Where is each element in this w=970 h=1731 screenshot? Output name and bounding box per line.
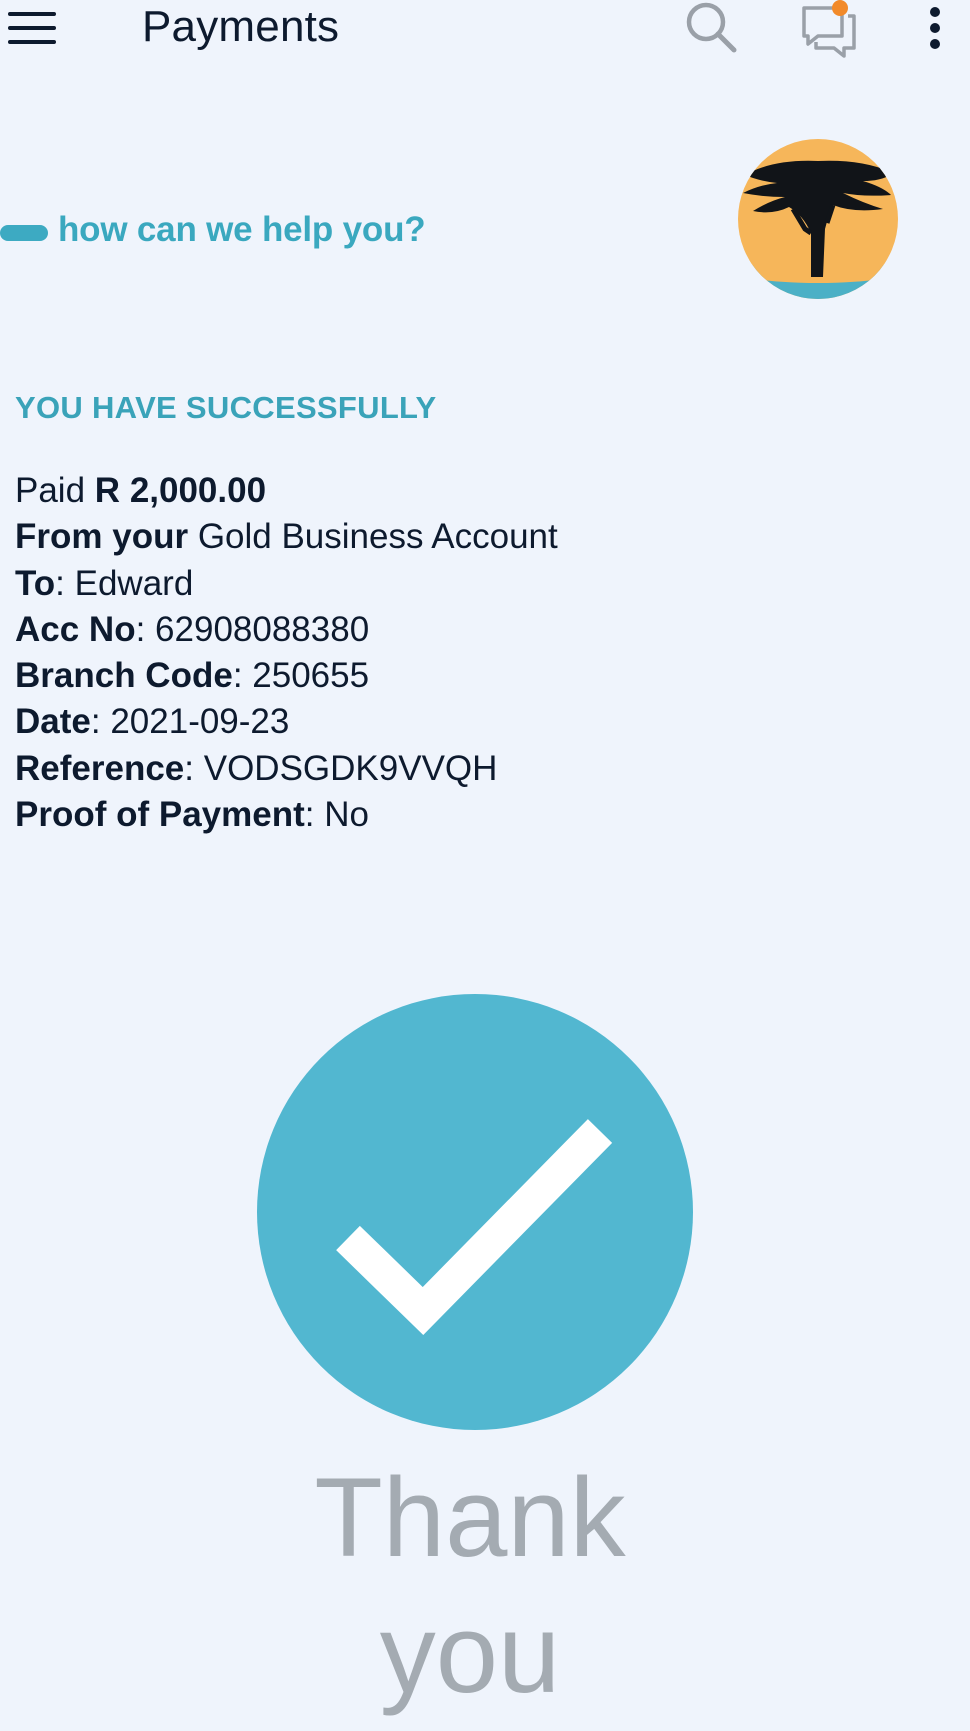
chat-icon[interactable] bbox=[798, 0, 860, 60]
thank-you-line-1: Thank bbox=[314, 1455, 626, 1580]
more-vert-icon[interactable] bbox=[920, 2, 950, 54]
branch-label: Branch Code bbox=[15, 656, 233, 696]
acc-label: Acc No bbox=[15, 609, 136, 649]
from-label: From your bbox=[15, 517, 189, 557]
acc-row: Acc No: 62908088380 bbox=[15, 609, 370, 649]
menu-icon[interactable] bbox=[8, 8, 56, 48]
notification-dot bbox=[832, 0, 848, 16]
to-value: Edward bbox=[74, 563, 194, 603]
proof-label: Proof of Payment bbox=[15, 795, 305, 835]
bank-logo bbox=[733, 137, 903, 302]
from-value: Gold Business Account bbox=[197, 517, 558, 557]
from-row: From your Gold Business Account bbox=[15, 514, 915, 560]
date-label: Date bbox=[15, 702, 91, 742]
proof-row: Proof of Payment: No bbox=[15, 795, 369, 835]
proof-value: No bbox=[324, 795, 369, 835]
reference-row: Reference: VODSGDK9VVQH bbox=[15, 748, 498, 788]
thank-you-message: Thank you bbox=[0, 1450, 940, 1722]
reference-label: Reference bbox=[15, 748, 185, 788]
acc-value: 62908088380 bbox=[155, 609, 370, 649]
search-icon[interactable] bbox=[680, 0, 740, 60]
thank-you-line-2: you bbox=[379, 1591, 561, 1716]
paid-row: Paid R 2,000.00 bbox=[15, 468, 915, 514]
branch-value: 250655 bbox=[252, 656, 370, 696]
to-row: To: Edward bbox=[15, 563, 194, 603]
app-bar: Payments bbox=[0, 0, 970, 60]
branch-row: Branch Code: 250655 bbox=[15, 656, 370, 696]
to-label: To bbox=[15, 563, 56, 603]
help-text[interactable]: how can we help you? bbox=[58, 210, 426, 250]
success-check-icon bbox=[256, 993, 694, 1431]
payment-details: Paid R 2,000.00 From your Gold Business … bbox=[15, 468, 915, 838]
reference-value: VODSGDK9VVQH bbox=[203, 748, 498, 788]
page-title: Payments bbox=[142, 2, 340, 51]
paid-label: Paid bbox=[15, 471, 86, 510]
paid-amount: 2,000.00 bbox=[129, 471, 267, 510]
currency-symbol: R bbox=[94, 471, 121, 510]
date-value: 2021-09-23 bbox=[110, 702, 290, 742]
success-heading: YOU HAVE SUCCESSFULLY bbox=[15, 390, 437, 425]
banner-accent-bar bbox=[0, 225, 48, 241]
date-row: Date: 2021-09-23 bbox=[15, 702, 290, 742]
